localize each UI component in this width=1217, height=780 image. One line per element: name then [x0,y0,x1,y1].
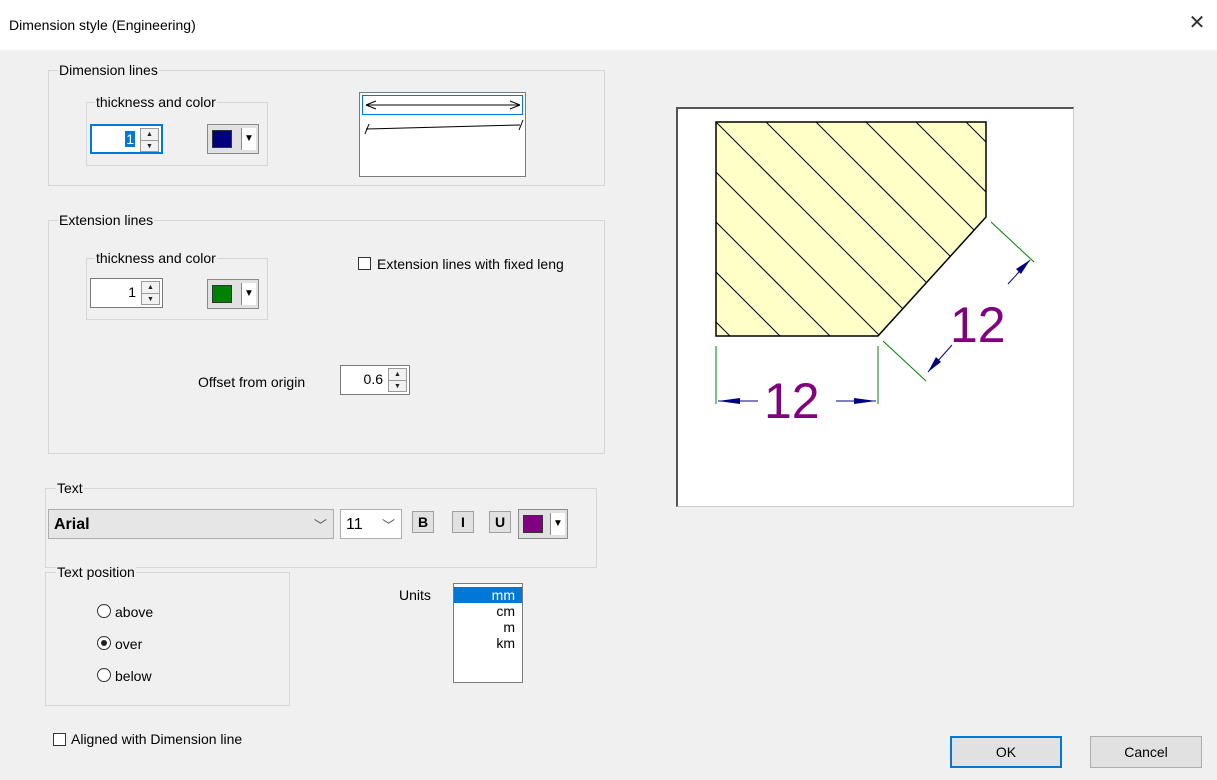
text-color-picker[interactable]: ▼ [518,509,568,539]
units-list[interactable]: mm cm m km [453,583,523,683]
text-color-swatch [523,515,543,533]
font-value: Arial [54,516,90,533]
aligned-label[interactable]: Aligned with Dimension line [71,731,242,747]
font-select[interactable]: Arial ﹀ [48,509,334,539]
radio-below[interactable] [97,668,111,682]
preview-dim-text-horizontal: 12 [764,373,820,429]
text-group-label: Text [56,480,84,496]
dimension-lines-label: Dimension lines [58,62,159,78]
font-size-select[interactable]: 11 ﹀ [340,509,402,539]
chevron-down-icon[interactable]: ﹀ [382,515,395,534]
spin-up-icon[interactable]: ▲ [389,369,406,381]
preview-dim-text-angled: 12 [950,297,1006,353]
italic-button[interactable]: I [452,511,474,533]
dropdown-arrow-icon[interactable]: ▼ [241,128,256,150]
offset-value[interactable]: 0.6 [364,371,383,387]
dimension-thickness-spinner[interactable]: 1 ▲ ▼ [90,124,163,154]
dimension-color-picker[interactable]: ▼ [207,124,259,154]
arrow-style-preview-icon [364,100,524,135]
extension-thickness-arrows[interactable]: ▲ ▼ [141,281,160,305]
arrow-style-list[interactable] [359,92,526,177]
dropdown-arrow-icon[interactable]: ▼ [550,513,565,535]
extension-lines-label: Extension lines [58,212,155,228]
chevron-down-icon[interactable]: ﹀ [314,515,327,534]
spin-down-icon[interactable]: ▼ [389,381,406,392]
fixed-length-checkbox[interactable] [358,257,371,270]
extension-color-swatch [212,285,232,303]
dimension-preview-drawing: 12 12 [715,121,1035,429]
dimension-thickness-value[interactable]: 1 [125,131,135,147]
dimension-thickness-label: thickness and color [95,94,217,110]
offset-label: Offset from origin [198,374,306,390]
spin-down-icon[interactable]: ▼ [142,294,159,305]
units-item-mm[interactable]: mm [454,587,522,603]
extension-thickness-value[interactable]: 1 [128,284,136,300]
underline-button[interactable]: U [489,511,511,533]
units-item-m[interactable]: m [454,619,522,635]
extension-thickness-spinner[interactable]: 1 ▲ ▼ [90,278,163,308]
offset-arrows[interactable]: ▲ ▼ [388,368,407,392]
extension-thickness-label: thickness and color [95,250,217,266]
radio-over[interactable] [97,636,111,650]
radio-below-label[interactable]: below [115,668,152,684]
fixed-length-label[interactable]: Extension lines with fixed leng [377,256,564,272]
preview-panel: 12 12 [676,107,1074,507]
radio-above[interactable] [97,604,111,618]
radio-over-label[interactable]: over [115,636,142,652]
dimension-thickness-arrows[interactable]: ▲ ▼ [140,128,159,152]
units-label: Units [399,587,431,603]
font-size-value: 11 [346,516,363,533]
extension-color-picker[interactable]: ▼ [207,279,259,309]
bold-button[interactable]: B [412,511,434,533]
ok-button[interactable]: OK [950,736,1062,768]
aligned-checkbox[interactable] [53,733,66,746]
text-position-label: Text position [56,564,136,580]
spin-up-icon[interactable]: ▲ [141,129,158,141]
radio-above-label[interactable]: above [115,604,153,620]
units-item-cm[interactable]: cm [454,603,522,619]
spin-up-icon[interactable]: ▲ [142,282,159,294]
dropdown-arrow-icon[interactable]: ▼ [241,283,256,305]
window-title: Dimension style (Engineering) [9,17,196,33]
cancel-button[interactable]: Cancel [1090,736,1202,768]
spin-down-icon[interactable]: ▼ [141,141,158,152]
text-position-group [45,572,290,706]
units-item-km[interactable]: km [454,635,522,651]
offset-spinner[interactable]: 0.6 ▲ ▼ [340,365,410,395]
dimension-color-swatch [212,130,232,148]
close-icon[interactable]: ✕ [1186,12,1208,34]
